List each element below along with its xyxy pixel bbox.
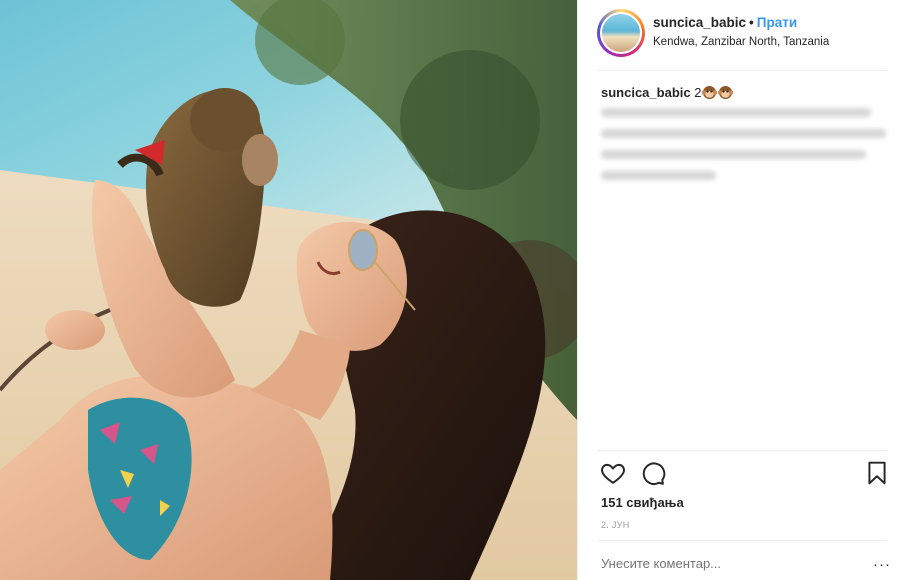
username-link[interactable]: suncica_babic xyxy=(653,15,746,30)
post-sidebar: suncica_babic • Прати Kendwa, Zanzibar Nor… xyxy=(577,0,897,580)
more-options-icon[interactable]: ··· xyxy=(873,556,891,573)
comment-divider xyxy=(597,540,887,541)
monkey-face-icon xyxy=(718,85,734,100)
follow-button[interactable]: Прати xyxy=(757,15,797,30)
blurred-line xyxy=(601,150,866,159)
heart-icon[interactable] xyxy=(600,460,626,486)
post-header: suncica_babic • Прати Kendwa, Zanzibar Nor… xyxy=(578,0,897,70)
post-image xyxy=(0,0,577,580)
likes-count[interactable]: 151 свиђања xyxy=(601,495,684,510)
caption: suncica_babic 2 xyxy=(601,85,891,100)
blurred-caption xyxy=(601,108,891,192)
bookmark-icon[interactable] xyxy=(864,460,890,486)
post-date[interactable]: 2. ЈУН xyxy=(601,520,630,530)
action-bar xyxy=(600,460,890,488)
separator-dot: • xyxy=(749,15,754,30)
comment-icon[interactable] xyxy=(640,460,666,486)
post-photo[interactable] xyxy=(0,0,577,580)
header-divider xyxy=(597,70,887,71)
blurred-line xyxy=(601,108,871,117)
caption-username[interactable]: suncica_babic xyxy=(601,85,691,100)
avatar[interactable] xyxy=(597,9,645,57)
blurred-line xyxy=(601,171,716,180)
monkey-face-icon xyxy=(702,85,718,100)
location-link[interactable]: Kendwa, Zanzibar North, Tanzania xyxy=(653,36,829,48)
username-row: suncica_babic • Прати xyxy=(653,15,797,30)
avatar-image xyxy=(600,12,642,54)
comment-input[interactable] xyxy=(601,556,861,571)
caption-text: 2 xyxy=(694,85,702,100)
actions-divider xyxy=(597,450,887,451)
blurred-line xyxy=(601,129,886,138)
